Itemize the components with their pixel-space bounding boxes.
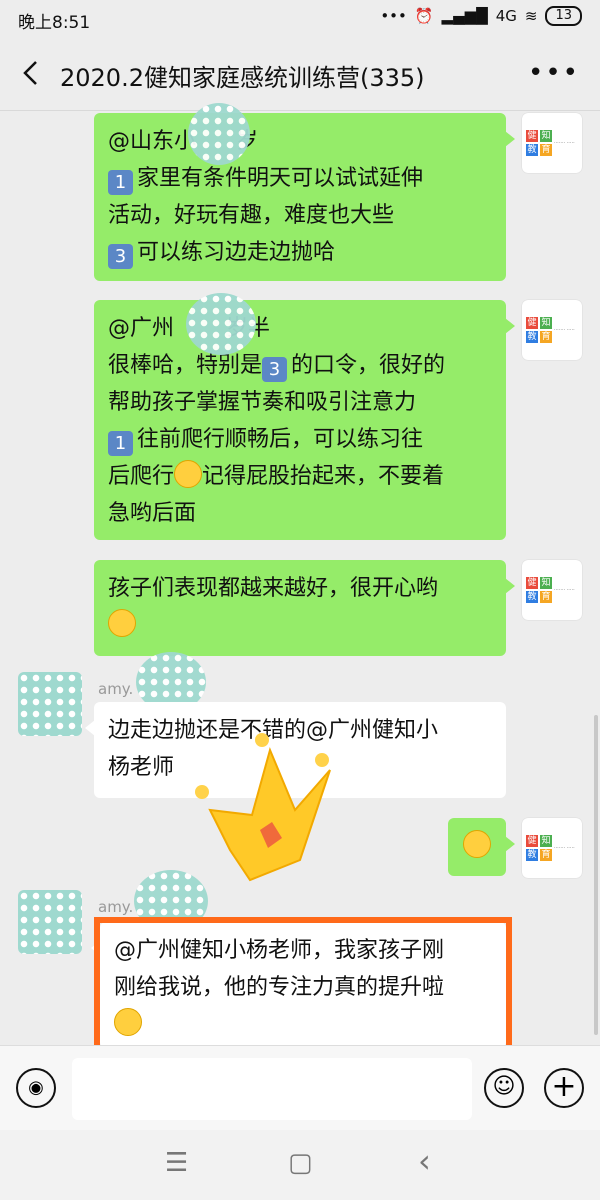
menu-icon[interactable]: ☰ xyxy=(165,1148,188,1178)
status-bar: 晚上8:51 ••• ⏰ ▂▄▆█ 4G ≋ 13 xyxy=(0,0,600,38)
voice-icon: ◉ xyxy=(28,1077,44,1098)
logo-icon: 健 知 教 育 xyxy=(526,835,552,861)
mention-text: @山东小 xyxy=(108,129,197,154)
logo-icon: 健 知 教 育 xyxy=(526,317,552,343)
system-nav-bar: ☰ ▢ ‹ xyxy=(0,1130,600,1200)
chat-title: 2020.2健知家庭感统训练营(335) xyxy=(60,64,425,92)
logo-caption: ······· ····· xyxy=(554,586,575,593)
message-line: 1 家里有条件明天可以试试延伸 xyxy=(108,160,492,197)
keycap-one-icon: 1 xyxy=(108,170,133,195)
message-text: 的口令，很好的 xyxy=(291,353,446,378)
logo-icon: 健 知 教 育 xyxy=(526,577,552,603)
message-text: 可以练习边走边抛哈 xyxy=(137,240,336,265)
more-dots-icon: ••• xyxy=(380,7,407,25)
message-line: 帮助孩子掌握节奏和吸引注意力 xyxy=(108,390,417,415)
alarm-icon: ⏰ xyxy=(414,7,434,25)
avatar[interactable]: 健 知 教 育 ······· ····· xyxy=(522,818,582,878)
message-line: @山东小岁 xyxy=(108,123,492,160)
message-bubble[interactable]: @山东小岁 1家里有条件明天可以试试延伸 活动，好玩有趣，难度也大些 3可以练习… xyxy=(94,113,515,281)
message-line: 3 可以练习边走边抛哈 xyxy=(108,234,492,271)
message-line: @广州岁半 xyxy=(108,310,492,347)
message-line xyxy=(108,607,492,644)
message-input[interactable] xyxy=(72,1058,472,1120)
message-line: 孩子们表现都越来越好，很开心哟 xyxy=(108,576,439,601)
smile-emoji-icon xyxy=(463,830,491,858)
mention-text: @广州 xyxy=(108,316,175,341)
avatar[interactable]: 健 知 教 育 ······· ····· xyxy=(522,300,582,360)
status-time: 晚上8:51 xyxy=(18,13,91,33)
crown-icon xyxy=(195,733,331,882)
message-line: 1 往前爬行顺畅后，可以练习往 xyxy=(108,421,492,458)
logo-caption: ······· ····· xyxy=(554,844,575,851)
message-line: 很棒哈，特别是 3 的口令，很好的 xyxy=(108,347,492,384)
message-bubble[interactable]: @广州岁半 很棒哈，特别是3的口令，很好的 帮助孩子掌握节奏和吸引注意力 1往前… xyxy=(94,300,515,540)
message-text: 记得屁股抬起来，不要着 xyxy=(202,464,445,489)
battery-icon: 13 xyxy=(545,6,582,26)
avatar[interactable] xyxy=(18,672,82,736)
sender-name: amy. xyxy=(98,898,134,916)
message-text: 后爬行 xyxy=(108,464,175,489)
back-icon[interactable]: ‹ xyxy=(418,1142,431,1180)
emoji-icon: ☺ xyxy=(492,1074,516,1099)
keycap-three-icon: 3 xyxy=(262,357,288,382)
logo-caption: ······· ····· xyxy=(554,326,575,333)
network-label: 4G xyxy=(495,7,517,25)
message-bubble[interactable]: 孩子们表现都越来越好，很开心哟 xyxy=(94,560,515,656)
status-icons: ••• ⏰ ▂▄▆█ 4G ≋ 13 xyxy=(380,6,582,26)
plus-button[interactable]: + xyxy=(544,1068,584,1108)
emoji-button[interactable]: ☺ xyxy=(484,1068,524,1108)
avatar[interactable]: 健 知 教 育 ······· ····· xyxy=(522,113,582,173)
grin-emoji-icon xyxy=(108,609,136,637)
highlight-frame xyxy=(94,917,512,1055)
sender-name: amy. xyxy=(98,680,134,698)
message-line: 后爬行 记得屁股抬起来，不要着 xyxy=(108,458,492,495)
message-text: 很棒哈，特别是 xyxy=(108,353,263,378)
keycap-one-icon: 1 xyxy=(108,431,133,456)
chat-header: 2020.2健知家庭感统训练营(335) ••• xyxy=(0,38,600,111)
message-line: 活动，好玩有趣，难度也大些 xyxy=(108,203,395,228)
input-bar: ◉ ☺ + xyxy=(0,1045,600,1131)
logo-icon: 健 知 教 育 xyxy=(526,130,552,156)
voice-button[interactable]: ◉ xyxy=(16,1068,56,1108)
blur-mask xyxy=(188,103,250,165)
home-icon[interactable]: ▢ xyxy=(288,1148,313,1178)
message-text: 往前爬行顺畅后，可以练习往 xyxy=(137,427,424,452)
logo-caption: ······· ····· xyxy=(554,139,575,146)
scrollbar[interactable] xyxy=(594,715,598,1035)
keycap-three-icon: 3 xyxy=(108,244,133,269)
wifi-icon: ≋ xyxy=(524,7,538,25)
avatar[interactable]: 健 知 教 育 ······· ····· xyxy=(522,560,582,620)
smile-emoji-icon xyxy=(174,460,203,488)
more-options-button[interactable]: ••• xyxy=(528,58,580,88)
message-line: 急哟后面 xyxy=(108,501,197,526)
blur-mask xyxy=(186,293,256,355)
avatar[interactable] xyxy=(18,890,82,954)
message-bubble[interactable] xyxy=(448,818,515,876)
back-arrow-icon[interactable] xyxy=(14,56,48,90)
signal-icon: ▂▄▆█ xyxy=(441,7,488,25)
message-text: 家里有条件明天可以试试延伸 xyxy=(137,166,424,191)
